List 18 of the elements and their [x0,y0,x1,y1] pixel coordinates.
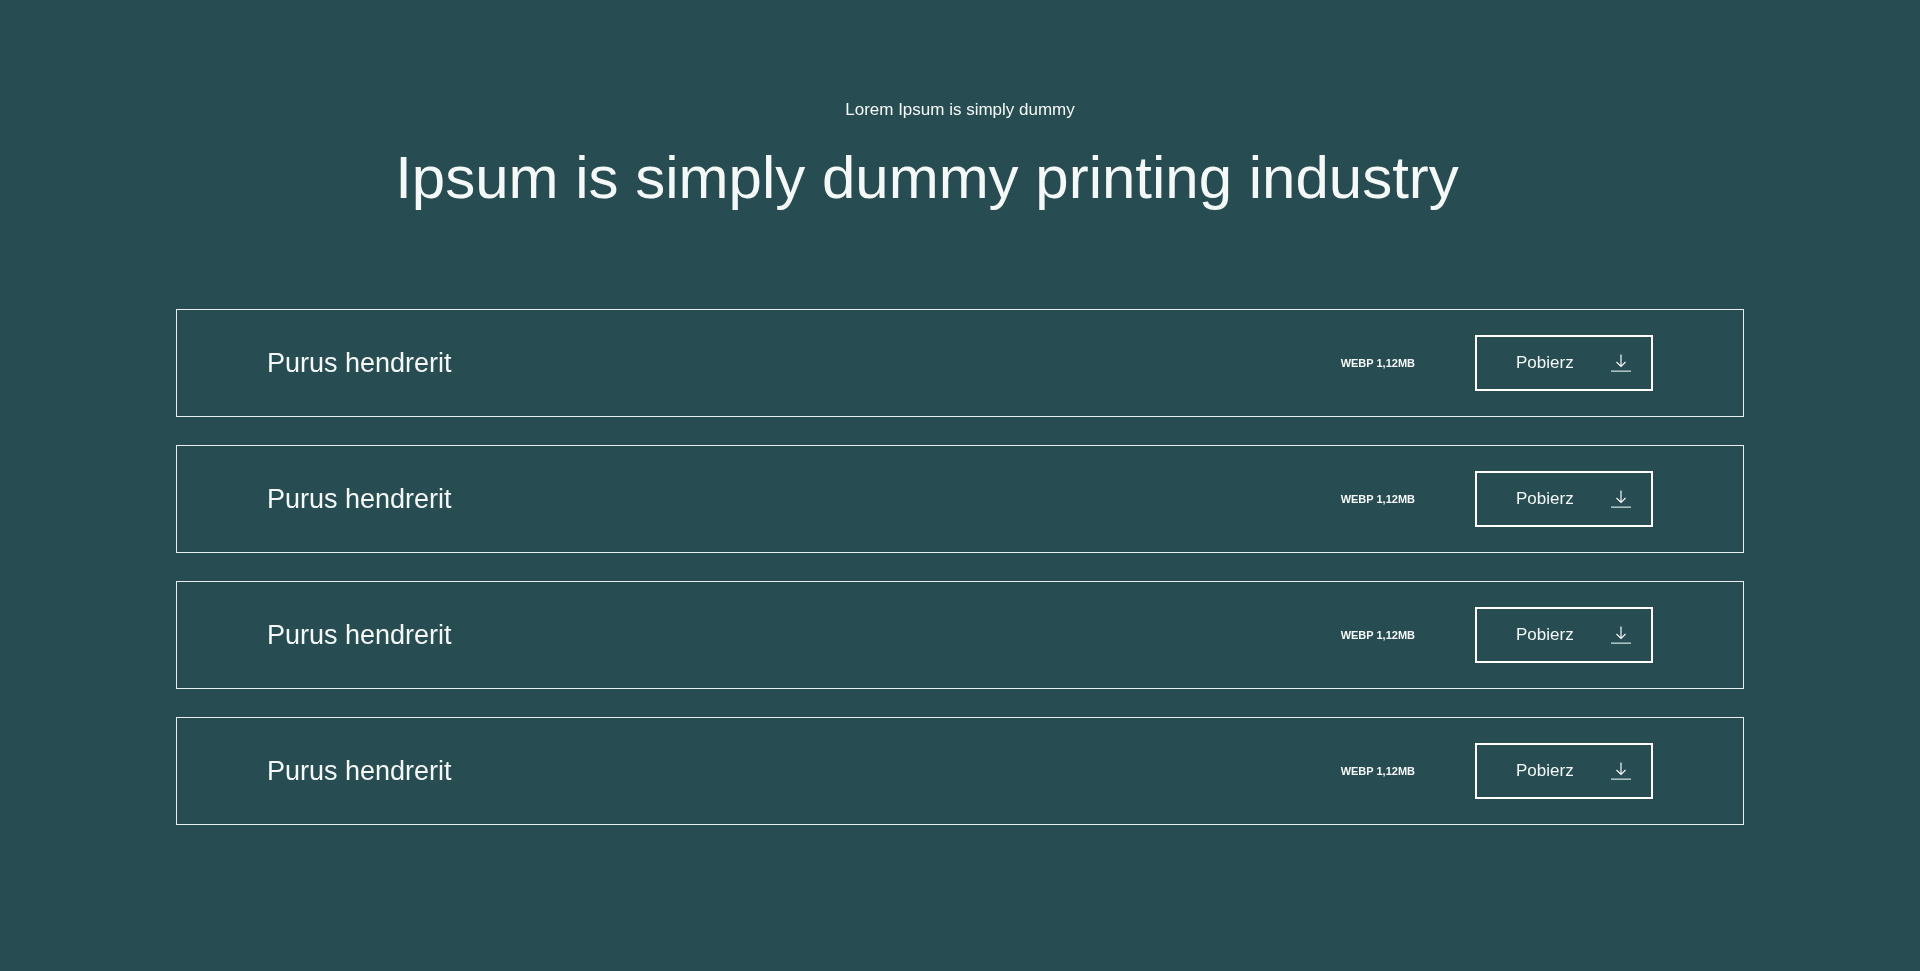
page-title: Ipsum is simply dummy printing industry [395,143,1459,213]
download-icon [1611,354,1631,372]
download-button[interactable]: Pobierz [1475,471,1653,527]
download-button[interactable]: Pobierz [1475,743,1653,799]
download-button[interactable]: Pobierz [1475,335,1653,391]
download-icon [1611,626,1631,644]
file-title: Purus hendrerit [267,755,453,787]
download-icon [1611,490,1631,508]
download-icon [1611,762,1631,780]
file-info: WEBP 1,12MB [1340,356,1415,370]
eyebrow-text: Lorem Ipsum is simply dummy [845,100,1075,120]
file-title: Purus hendrerit [267,347,453,379]
file-info: WEBP 1,12MB [1340,764,1415,778]
file-info: WEBP 1,12MB [1340,628,1415,642]
file-title: Purus hendrerit [267,619,453,651]
file-info: WEBP 1,12MB [1340,492,1415,506]
download-button[interactable]: Pobierz [1475,607,1653,663]
file-title: Purus hendrerit [267,483,453,515]
